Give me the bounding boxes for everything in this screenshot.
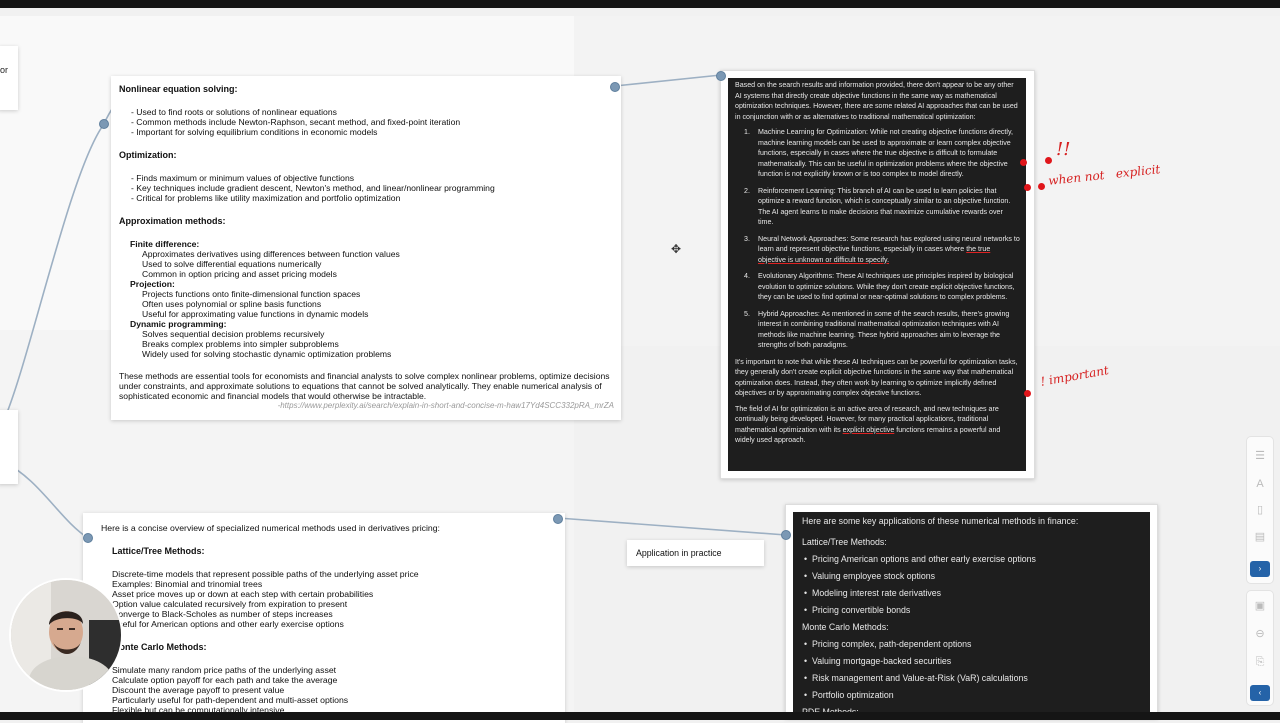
side-toolbar: ☰ A ▯ ▤ › xyxy=(1246,436,1274,584)
list-item: Breaks complex problems into simpler sub… xyxy=(142,339,614,349)
section-heading: Nonlinear equation solving: xyxy=(119,84,614,94)
list-item: Widely used for solving stochastic dynam… xyxy=(142,349,614,359)
section-heading: Lattice/Tree Methods: xyxy=(802,537,887,547)
connector-handle[interactable] xyxy=(83,533,93,543)
list-item: Portfolio optimization xyxy=(812,690,894,700)
list-item: Discount the average payoff to present v… xyxy=(112,685,561,695)
list-item: Asset price moves up or down at each ste… xyxy=(112,589,561,599)
side-toolbar: ▣ ⊖ ⎘ ‹ xyxy=(1246,590,1274,706)
offscreen-card-text: or xyxy=(0,65,8,75)
list-item: Pricing complex, path-dependent options xyxy=(812,639,971,649)
list-item: - Important for solving equilibrium cond… xyxy=(131,127,614,137)
list-item: 1.Machine Learning for Optimization: Whi… xyxy=(728,127,1020,180)
list-item: Simulate many random price paths of the … xyxy=(112,665,561,675)
handwritten-annotation: ! important xyxy=(1039,363,1109,389)
note-card-numerical-methods[interactable]: Nonlinear equation solving: - Used to fi… xyxy=(111,76,621,420)
connector-handle[interactable] xyxy=(716,71,726,81)
connector-handle[interactable] xyxy=(553,514,563,524)
presenter-video xyxy=(11,580,121,690)
list-item: Particularly useful for path-dependent a… xyxy=(112,695,561,705)
section-heading: Optimization: xyxy=(119,150,614,160)
underlined-text: explicit objective xyxy=(843,426,895,434)
paragraph: It's important to note that while these … xyxy=(735,357,1019,399)
annotation-dot xyxy=(1024,184,1031,191)
subsection-heading: Projection: xyxy=(119,279,614,289)
card-label: Application in practice xyxy=(636,548,722,558)
list-item: Pricing American options and other early… xyxy=(812,554,1036,564)
move-cursor-icon: ✥ xyxy=(671,242,681,256)
list-item: Projects functions onto finite-dimension… xyxy=(142,289,614,299)
annotation-dot xyxy=(1038,183,1045,190)
list-item: - Finds maximum or minimum values of obj… xyxy=(131,173,614,183)
connector-handle[interactable] xyxy=(781,530,791,540)
list-item: Approximates derivatives using differenc… xyxy=(142,249,614,259)
annotation-dot xyxy=(1020,159,1027,166)
source-link[interactable]: -https://www.perplexity.ai/search/explai… xyxy=(119,401,614,411)
window-top-bar xyxy=(0,0,1280,8)
intro-paragraph: Here is a concise overview of specialize… xyxy=(101,523,561,533)
offscreen-card[interactable]: or xyxy=(0,46,18,110)
section-heading: Monte Carlo Methods: xyxy=(802,622,889,632)
list-item: - Used to find roots or solutions of non… xyxy=(131,107,614,117)
paragraph: The field of AI for optimization is an a… xyxy=(735,404,1019,446)
list-item: 4.Evolutionary Algorithms: These AI tech… xyxy=(728,271,1020,303)
align-icon[interactable]: ☰ xyxy=(1253,449,1267,463)
list-item: Risk management and Value-at-Risk (VaR) … xyxy=(812,673,1028,683)
list-item: Converge to Black-Scholes as number of s… xyxy=(112,609,561,619)
arrow-left-icon[interactable]: ‹ xyxy=(1250,685,1270,701)
note-card-finance-applications[interactable]: Here are some key applications of these … xyxy=(785,504,1158,718)
arrow-right-icon[interactable]: › xyxy=(1250,561,1270,577)
list-item: Discrete-time models that represent poss… xyxy=(112,569,561,579)
list-item: 3.Neural Network Approaches: Some resear… xyxy=(728,234,1020,266)
webcam-overlay xyxy=(11,580,121,690)
list-item: Pricing convertible bonds xyxy=(812,605,910,615)
list-item: Valuing mortgage-backed securities xyxy=(812,656,951,666)
connector-handle[interactable] xyxy=(99,119,109,129)
list-item: Solves sequential decision problems recu… xyxy=(142,329,614,339)
list-item: 2.Reinforcement Learning: This branch of… xyxy=(728,186,1020,228)
list-item: 5.Hybrid Approaches: As mentioned in som… xyxy=(728,309,1020,351)
note-card-derivatives-pricing[interactable]: Here is a concise overview of specialize… xyxy=(83,513,565,723)
subsection-heading: Dynamic programming: xyxy=(119,319,614,329)
list-item: Calculate option payoff for each path an… xyxy=(112,675,561,685)
page-edit-icon[interactable]: ▤ xyxy=(1253,530,1267,544)
list-item: Valuing employee stock options xyxy=(812,571,935,581)
offscreen-card[interactable] xyxy=(0,410,18,484)
note-card-application[interactable]: Application in practice xyxy=(627,540,764,566)
intro-paragraph: Here are some key applications of these … xyxy=(802,516,1078,526)
list-item: - Key techniques include gradient descen… xyxy=(131,183,614,193)
image-icon[interactable]: ▣ xyxy=(1253,599,1267,613)
zoom-out-icon[interactable]: ⊖ xyxy=(1253,627,1267,641)
list-item: Modeling interest rate derivatives xyxy=(812,588,941,598)
page-icon[interactable]: ▯ xyxy=(1253,503,1267,517)
list-item: Option value calculated recursively from… xyxy=(112,599,561,609)
subsection-heading: Finite difference: xyxy=(119,239,614,249)
list-item: Useful for American options and other ea… xyxy=(112,619,561,629)
list-item: - Critical for problems like utility max… xyxy=(131,193,614,203)
list-item: Useful for approximating value functions… xyxy=(142,309,614,319)
section-heading: Lattice/Tree Methods: xyxy=(101,546,561,556)
connector-handle[interactable] xyxy=(610,82,620,92)
text-icon[interactable]: A xyxy=(1253,477,1267,491)
annotation-dot xyxy=(1045,157,1052,164)
list-item: Used to solve differential equations num… xyxy=(142,259,614,269)
export-icon[interactable]: ⎘ xyxy=(1253,655,1267,669)
annotation-dot xyxy=(1024,390,1031,397)
list-item: Examples: Binomial and trinomial trees xyxy=(112,579,561,589)
list-item: - Common methods include Newton-Raphson,… xyxy=(131,117,614,127)
handwritten-annotation: !! xyxy=(1056,139,1070,160)
note-card-ai-optimization[interactable]: Based on the search results and informat… xyxy=(720,70,1035,479)
numbered-list: 1.Machine Learning for Optimization: Whi… xyxy=(728,127,1026,351)
summary-paragraph: These methods are essential tools for ec… xyxy=(119,371,614,401)
intro-paragraph: Based on the search results and informat… xyxy=(735,80,1019,122)
section-heading: Monte Carlo Methods: xyxy=(101,642,561,652)
section-heading: Approximation methods: xyxy=(119,216,614,226)
list-item: Often uses polynomial or spline basis fu… xyxy=(142,299,614,309)
list-item: Common in option pricing and asset prici… xyxy=(142,269,614,279)
window-bottom-bar xyxy=(0,712,1280,720)
